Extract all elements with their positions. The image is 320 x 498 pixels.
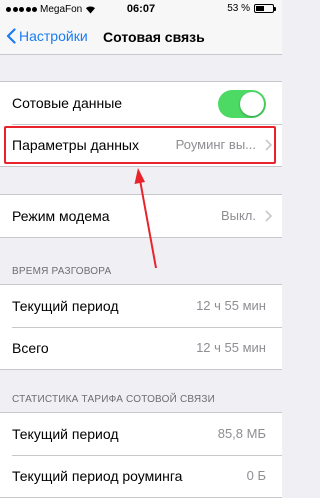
data-options-row[interactable]: Параметры данных Роуминг вы... — [0, 124, 282, 166]
row-value: 12 ч 55 мин — [196, 298, 266, 313]
hotspot-value: Выкл. — [220, 208, 256, 223]
chevron-right-icon — [265, 210, 272, 222]
hotspot-row[interactable]: Режим модема Выкл. — [0, 195, 282, 237]
row-value: 0 Б — [246, 468, 266, 483]
data-options-label: Параметры данных — [12, 137, 139, 153]
cellular-data-row: Сотовые данные — [0, 82, 282, 124]
page-title: Сотовая связь — [103, 29, 205, 45]
row-label: Всего — [12, 340, 49, 356]
cellular-data-label: Сотовые данные — [12, 95, 123, 111]
call-time-group: Текущий период 12 ч 55 мин Всего 12 ч 55… — [0, 284, 282, 370]
cellular-data-toggle[interactable] — [218, 90, 266, 118]
chevron-left-icon — [6, 28, 16, 44]
table-row: Текущий период роуминга 0 Б — [0, 455, 282, 497]
stats-header: СТАТИСТИКА ТАРИФА СОТОВОЙ СВЯЗИ — [12, 394, 215, 405]
stats-group: Текущий период 85,8 МБ Текущий период ро… — [0, 412, 282, 498]
back-label: Настройки — [19, 28, 88, 44]
battery-icon — [254, 4, 276, 13]
battery-percent: 53 % — [227, 3, 250, 14]
status-bar: MegaFon 06:07 53 % — [0, 0, 282, 20]
row-label: Текущий период — [12, 298, 119, 314]
battery-info: 53 % — [227, 3, 276, 14]
cellular-group: Сотовые данные Параметры данных Роуминг … — [0, 81, 282, 167]
table-row: Текущий период 85,8 МБ — [0, 413, 282, 455]
back-button[interactable]: Настройки — [6, 28, 88, 44]
row-label: Текущий период роуминга — [12, 468, 183, 484]
data-options-value: Роуминг вы... — [175, 137, 256, 152]
hotspot-label: Режим модема — [12, 208, 110, 224]
row-value: 85,8 МБ — [217, 426, 266, 441]
row-value: 12 ч 55 мин — [196, 340, 266, 355]
row-label: Текущий период — [12, 426, 119, 442]
navigation-bar: Настройки Сотовая связь — [0, 20, 282, 55]
call-time-header: ВРЕМЯ РАЗГОВОРА — [12, 266, 112, 277]
table-row: Всего 12 ч 55 мин — [0, 327, 282, 369]
chevron-right-icon — [265, 139, 272, 151]
table-row: Текущий период 12 ч 55 мин — [0, 285, 282, 327]
hotspot-group: Режим модема Выкл. — [0, 194, 282, 238]
